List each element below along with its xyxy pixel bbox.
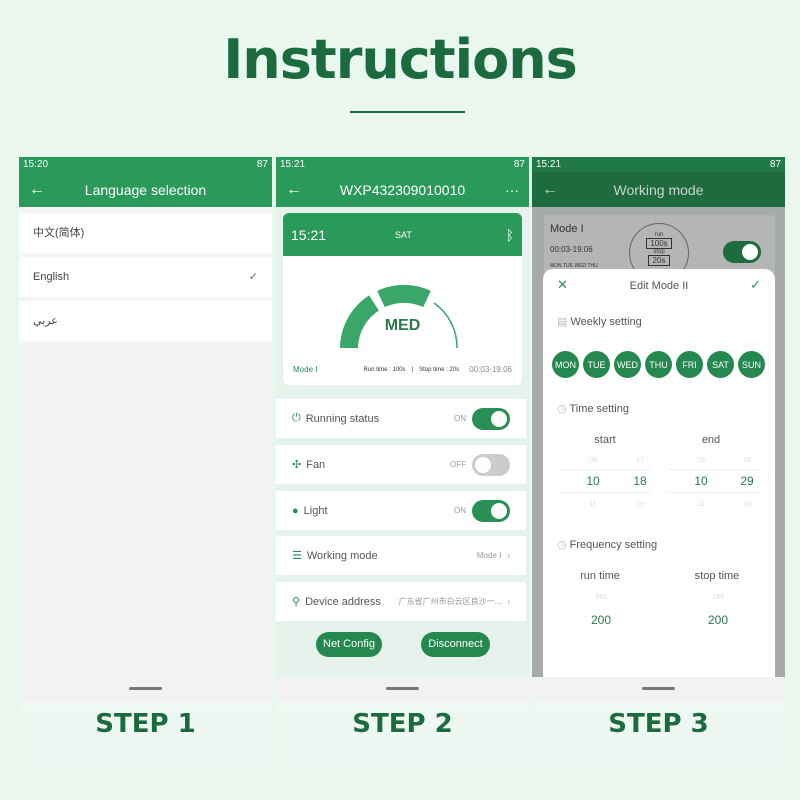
- day-button[interactable]: FRI: [676, 351, 703, 378]
- bluetooth-icon: ᛒ: [505, 226, 514, 243]
- language-item[interactable]: English ✓: [19, 257, 272, 297]
- device-address-row[interactable]: ⚲ Device address 广东省广州市白云区良沙一... ›: [276, 582, 526, 621]
- back-arrow-icon[interactable]: ←: [29, 181, 45, 199]
- day-button[interactable]: THU: [645, 351, 672, 378]
- fan-icon: ✣: [292, 459, 302, 471]
- stop-time-picker[interactable]: 200: [698, 613, 738, 627]
- fan-row: ✣ Fan OFF: [276, 445, 526, 484]
- step3-panel: 15:21 87 ← Working mode Mode I 00:03-19:06…: [532, 157, 785, 773]
- edit-mode-sheet: ✕ Edit Mode II ✓ ▤ Weekly setting MON TU…: [543, 269, 775, 679]
- device-card: 15:21 SAT ᛒ MED Mode I Run time : 100s | S…: [283, 213, 522, 385]
- run-time-picker[interactable]: 200: [581, 613, 621, 627]
- header-title: Language selection: [84, 181, 207, 198]
- chevron-right-icon: ›: [507, 551, 510, 560]
- light-toggle[interactable]: [472, 499, 510, 522]
- clock-icon: ◷: [557, 403, 570, 415]
- clock-icon: ◷: [557, 539, 570, 551]
- nav-bar: [276, 677, 529, 702]
- status-bar: 15:20 87: [19, 157, 272, 172]
- end-hour-picker[interactable]: 10: [681, 474, 721, 488]
- net-config-button[interactable]: Net Config: [316, 632, 382, 657]
- nav-bar: [532, 677, 785, 702]
- end-minute-picker[interactable]: 29: [727, 474, 767, 488]
- disconnect-button[interactable]: Disconnect: [421, 632, 490, 657]
- step-label: STEP 1: [19, 709, 272, 773]
- day-button[interactable]: SUN: [738, 351, 765, 378]
- bulb-icon: ●: [292, 504, 299, 517]
- step1-panel: 15:20 87 ← Language selection 中文(简体) Engli…: [19, 157, 272, 773]
- running-toggle[interactable]: [472, 407, 510, 430]
- day-button[interactable]: SAT: [707, 351, 734, 378]
- weekday-selector: MON TUE WED THU FRI SAT SUN: [552, 351, 765, 378]
- sliders-icon: ☰: [292, 550, 302, 562]
- level-label: MED: [384, 317, 421, 334]
- nav-bar: [19, 677, 272, 702]
- level-gauge: [340, 284, 458, 349]
- day-button[interactable]: MON: [552, 351, 579, 378]
- working-mode-row[interactable]: ☰ Working mode Mode I ›: [276, 536, 526, 575]
- chevron-right-icon: ›: [507, 597, 510, 606]
- power-icon: ⏻: [292, 412, 301, 424]
- day-button[interactable]: TUE: [583, 351, 610, 378]
- confirm-check-icon[interactable]: ✓: [750, 277, 761, 293]
- mode-toggle[interactable]: [723, 241, 761, 263]
- language-item[interactable]: عربي: [19, 301, 272, 341]
- step2-panel: 15:21 87 ← WXP432309010010 ··· 15:21 SAT ᛒ …: [276, 157, 529, 773]
- step-label: STEP 2: [276, 709, 529, 773]
- light-row: ● Light ON: [276, 491, 526, 530]
- language-item[interactable]: 中文(简体): [19, 213, 272, 253]
- check-icon: ✓: [248, 271, 258, 283]
- step-label: STEP 3: [532, 709, 785, 773]
- back-arrow-icon[interactable]: ←: [542, 181, 558, 199]
- day-button[interactable]: WED: [614, 351, 641, 378]
- running-status-row: ⏻ Running status ON: [276, 399, 526, 438]
- start-hour-picker[interactable]: 10: [573, 474, 613, 488]
- fan-toggle[interactable]: [472, 453, 510, 476]
- header-title: Working mode: [613, 181, 704, 198]
- page-title: Instructions: [223, 28, 578, 91]
- start-minute-picker[interactable]: 18: [620, 474, 660, 488]
- more-icon[interactable]: ···: [505, 182, 519, 198]
- back-arrow-icon[interactable]: ←: [286, 181, 302, 199]
- header-title: WXP432309010010: [339, 181, 466, 198]
- calendar-icon: ▤: [557, 316, 571, 328]
- title-underline: [350, 111, 465, 113]
- location-icon: ⚲: [292, 596, 301, 608]
